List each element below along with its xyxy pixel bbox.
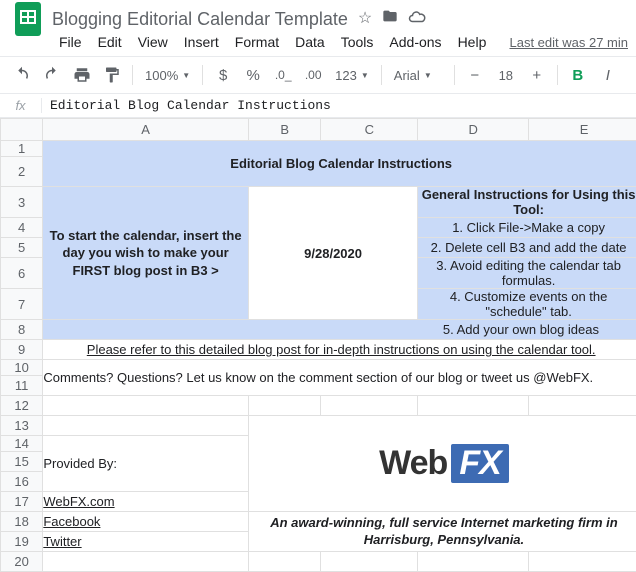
font-size-increase[interactable]: + [523,62,551,88]
cell-title[interactable]: Editorial Blog Calendar Instructions [43,141,636,187]
row-header[interactable]: 4 [1,218,43,238]
toolbar-separator [381,65,382,85]
row-header[interactable]: 20 [1,552,43,572]
row-header[interactable]: 18 [1,512,43,532]
cell-provided-by[interactable]: Provided By: [43,436,249,492]
cell[interactable] [248,552,321,572]
cell[interactable] [418,396,529,416]
cell[interactable] [43,416,249,436]
row-header[interactable]: 5 [1,238,43,258]
cell-link-facebook[interactable]: Facebook [43,512,249,532]
menu-data[interactable]: Data [288,30,332,54]
sheets-app-icon[interactable] [8,0,48,39]
cloud-status-icon[interactable] [408,8,426,31]
col-header-d[interactable]: D [418,119,529,141]
row-header[interactable]: 10 [1,360,43,376]
row-header[interactable]: 6 [1,258,43,289]
toolbar-separator [557,65,558,85]
row-header[interactable]: 13 [1,416,43,436]
select-all-corner[interactable] [1,119,43,141]
cell-instr-4[interactable]: 4. Customize events on the "schedule" ta… [418,289,636,320]
col-header-c[interactable]: C [321,119,418,141]
cell-detail-link[interactable]: Please refer to this detailed blog post … [43,340,636,360]
row-header[interactable]: 19 [1,532,43,552]
cell[interactable] [321,552,418,572]
col-header-a[interactable]: A [43,119,249,141]
menu-tools[interactable]: Tools [334,30,381,54]
font-size-decrease[interactable]: − [461,62,489,88]
row-header[interactable]: 2 [1,157,43,187]
cell-instr-2[interactable]: 2. Delete cell B3 and add the date [418,238,636,258]
row-header[interactable]: 17 [1,492,43,512]
toolbar-separator [132,65,133,85]
row-header[interactable]: 7 [1,289,43,320]
zoom-combo[interactable]: 100%▼ [139,62,196,88]
cell[interactable] [248,396,321,416]
menu-insert[interactable]: Insert [177,30,226,54]
menu-help[interactable]: Help [451,30,494,54]
menu-bar-row: File Edit View Insert Format Data Tools … [0,32,636,56]
cell[interactable] [321,396,418,416]
menu-edit[interactable]: Edit [91,30,129,54]
cell-date[interactable]: 9/28/2020 [248,187,417,320]
number-format-combo[interactable]: 123▼ [329,62,375,88]
menu-addons[interactable]: Add-ons [382,30,448,54]
star-icon[interactable]: ☆ [358,8,372,31]
toolbar-separator [454,65,455,85]
row-header[interactable]: 3 [1,187,43,218]
menu-format[interactable]: Format [228,30,286,54]
row-header[interactable]: 16 [1,472,43,492]
toolbar-separator [202,65,203,85]
row-header[interactable]: 8 [1,320,43,340]
italic-button[interactable]: I [594,62,622,88]
webfx-logo: WebFX [379,444,509,483]
currency-button[interactable]: $ [209,62,237,88]
row-header[interactable]: 11 [1,376,43,396]
row-header[interactable]: 9 [1,340,43,360]
cell[interactable] [529,396,636,416]
fx-label: fx [0,98,42,113]
undo-button[interactable] [8,62,36,88]
cell-link-webfx[interactable]: WebFX.com [43,492,249,512]
print-button[interactable] [68,62,96,88]
cell[interactable] [529,552,636,572]
cell-link-twitter[interactable]: Twitter [43,532,249,552]
row-header[interactable]: 1 [1,141,43,157]
doc-title[interactable]: Blogging Editorial Calendar Template [52,9,348,30]
cell[interactable] [43,552,249,572]
col-header-b[interactable]: B [248,119,321,141]
menu-bar: File Edit View Insert Format Data Tools … [52,30,493,54]
font-combo[interactable]: Arial▼ [388,62,448,88]
increase-decimal-button[interactable]: .00 [299,62,327,88]
redo-button[interactable] [38,62,66,88]
cell[interactable] [418,552,529,572]
formula-bar: fx Editorial Blog Calendar Instructions [0,94,636,118]
cell-comments[interactable]: Comments? Questions? Let us know on the … [43,360,636,396]
font-size-input[interactable]: 18 [491,62,521,88]
percent-button[interactable]: % [239,62,267,88]
menu-view[interactable]: View [131,30,175,54]
cell-instr-header[interactable]: General Instructions for Using this Tool… [418,187,636,218]
col-header-e[interactable]: E [529,119,636,141]
cell-instr-1[interactable]: 1. Click File->Make a copy [418,218,636,238]
toolbar: 100%▼ $ % .0_ .00 123▼ Arial▼ − 18 + B I [0,56,636,94]
cell-logo[interactable]: WebFX [248,416,636,512]
paint-format-button[interactable] [98,62,126,88]
cell-tagline[interactable]: An award-winning, full service Internet … [248,512,636,552]
move-icon[interactable] [382,8,398,31]
last-edit-link[interactable]: Last edit was 27 min [509,35,628,50]
title-bar: Blogging Editorial Calendar Template ☆ [0,0,636,32]
cell[interactable] [43,396,249,416]
bold-button[interactable]: B [564,62,592,88]
row-header[interactable]: 14 [1,436,43,452]
menu-file[interactable]: File [52,30,89,54]
row-header[interactable]: 15 [1,452,43,472]
formula-input[interactable]: Editorial Blog Calendar Instructions [42,98,636,113]
spreadsheet-grid[interactable]: A B C D E 1 Editorial Blog Calendar Inst… [0,118,636,572]
cell-instr-5[interactable]: 5. Add your own blog ideas [43,320,636,340]
row-header[interactable]: 12 [1,396,43,416]
cell-left-instruction[interactable]: To start the calendar, insert the day yo… [43,187,249,320]
cell-instr-3[interactable]: 3. Avoid editing the calendar tab formul… [418,258,636,289]
decrease-decimal-button[interactable]: .0_ [269,62,297,88]
